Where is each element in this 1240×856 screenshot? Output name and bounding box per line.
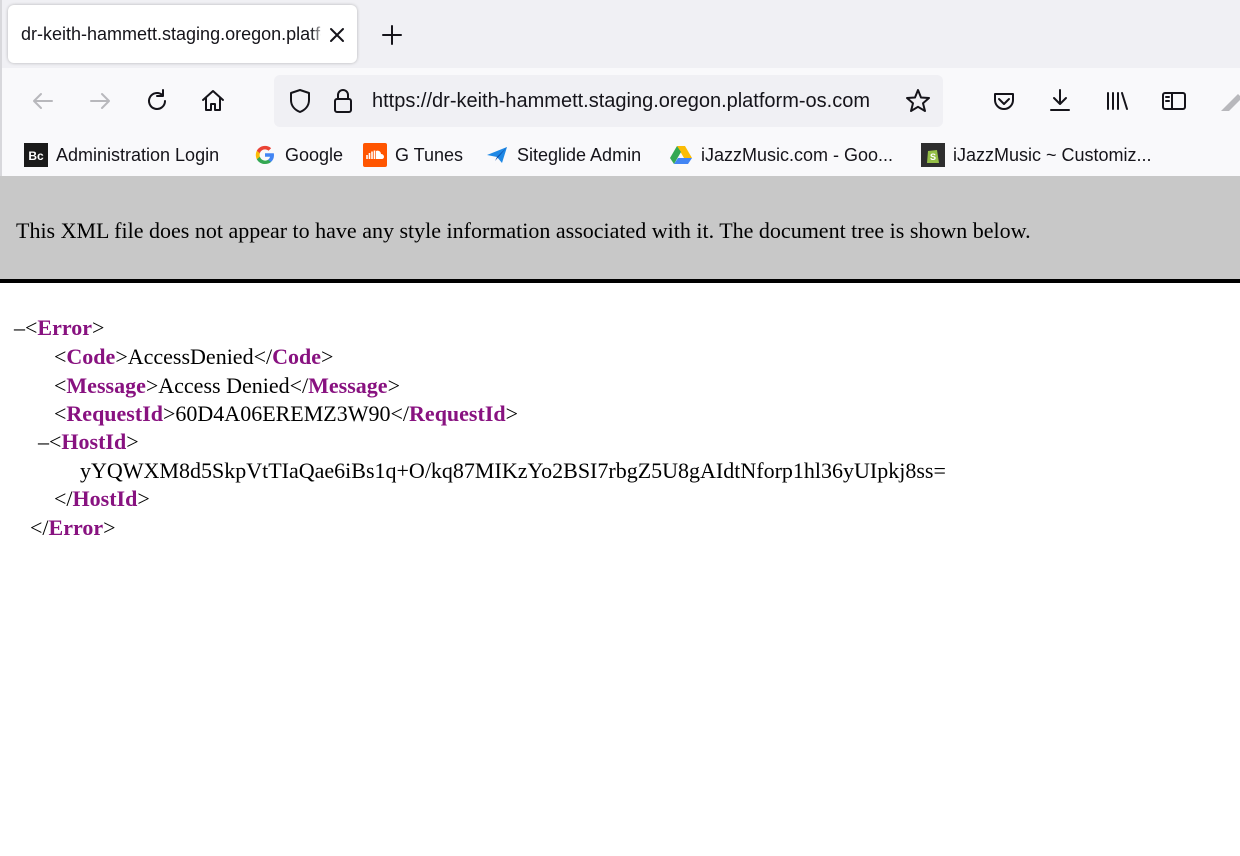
bookmarks-toolbar: Bc Administration Login Google G Tunes S… bbox=[0, 134, 1240, 176]
close-tab-icon[interactable] bbox=[324, 22, 350, 48]
xml-tag-name: Code bbox=[66, 344, 116, 369]
bookmark-ijazzmusic-customize[interactable]: S iJazzMusic ~ Customiz... bbox=[921, 142, 1152, 168]
bookmark-google[interactable]: Google bbox=[253, 142, 343, 168]
bookmark-siteglide-admin[interactable]: Siteglide Admin bbox=[485, 142, 641, 168]
back-arrow-icon[interactable] bbox=[28, 86, 58, 116]
collapse-toggle[interactable]: – bbox=[14, 315, 25, 340]
xml-tag-name: Error bbox=[48, 515, 104, 540]
navigation-toolbar: https://dr-keith-hammett.staging.oregon.… bbox=[0, 68, 1240, 134]
bookmark-label: iJazzMusic ~ Customiz... bbox=[953, 144, 1152, 165]
xml-error-open: –<Error> bbox=[14, 315, 105, 340]
soundcloud-icon bbox=[363, 143, 387, 167]
bookmark-label: G Tunes bbox=[395, 144, 464, 165]
active-tab[interactable]: dr-keith-hammett.staging.oregon.platform… bbox=[8, 5, 357, 63]
xml-style-notice: This XML file does not appear to have an… bbox=[16, 218, 1031, 243]
xml-style-notice-banner: This XML file does not appear to have an… bbox=[0, 176, 1240, 283]
google-logo-icon bbox=[255, 145, 274, 164]
xml-tag-name: Error bbox=[37, 315, 92, 340]
bookmark-star-icon[interactable] bbox=[904, 87, 932, 115]
svg-text:S: S bbox=[930, 152, 936, 162]
library-icon[interactable] bbox=[1102, 86, 1132, 116]
xml-tag-name: Message bbox=[66, 373, 146, 398]
xml-hostid-value: yYQWXM8d5SkpVtTIaQae6iBs1q+O/kq87MIKzYo2… bbox=[80, 458, 946, 483]
xml-code-value: AccessDenied bbox=[127, 344, 254, 369]
svg-text:Bc: Bc bbox=[28, 149, 44, 163]
home-icon[interactable] bbox=[198, 86, 228, 116]
xml-hostid-open: –<HostId> bbox=[38, 429, 139, 454]
new-tab-plus-icon[interactable] bbox=[377, 20, 407, 50]
xml-error-close: </Error> bbox=[30, 515, 116, 540]
bookmark-administration-login[interactable]: Bc Administration Login bbox=[24, 142, 219, 168]
bookmark-label: Administration Login bbox=[56, 144, 220, 165]
shopify-icon: S bbox=[921, 143, 945, 167]
xml-hostid-close: </HostId> bbox=[54, 486, 150, 511]
xml-tag-name: HostId bbox=[61, 429, 127, 454]
google-drive-icon bbox=[670, 146, 692, 164]
tracking-shield-icon[interactable] bbox=[286, 87, 314, 115]
xml-message-element: <Message>Access Denied</Message> bbox=[54, 373, 400, 398]
reload-icon[interactable] bbox=[142, 86, 172, 116]
bookmark-label: iJazzMusic.com - Goo... bbox=[701, 144, 894, 165]
forward-arrow-icon[interactable] bbox=[85, 86, 115, 116]
url-bar[interactable]: https://dr-keith-hammett.staging.oregon.… bbox=[274, 75, 943, 127]
bookmark-label: Siteglide Admin bbox=[517, 144, 642, 165]
xml-requestid-value: 60D4A06EREMZ3W90 bbox=[175, 401, 391, 426]
bc-logo-icon: Bc bbox=[24, 143, 48, 167]
xml-tag-name: HostId bbox=[72, 486, 138, 511]
bookmark-g-tunes[interactable]: G Tunes bbox=[363, 142, 463, 168]
bookmark-label: Google bbox=[285, 144, 344, 165]
xml-message-value: Access Denied bbox=[158, 373, 290, 398]
xml-requestid-element: <RequestId>60D4A06EREMZ3W90</RequestId> bbox=[54, 401, 519, 426]
collapse-toggle[interactable]: – bbox=[38, 429, 49, 454]
sidebar-icon[interactable] bbox=[1159, 86, 1189, 116]
paper-plane-icon bbox=[487, 147, 507, 163]
xml-code-element: <Code>AccessDenied</Code> bbox=[54, 344, 334, 369]
padlock-icon[interactable] bbox=[330, 86, 356, 116]
xml-document-tree: –<Error> <Code>AccessDenied</Code> <Mess… bbox=[0, 287, 1240, 856]
tab-strip: dr-keith-hammett.staging.oregon.platform… bbox=[0, 0, 1240, 68]
downloads-icon[interactable] bbox=[1045, 86, 1075, 116]
xml-tag-name: RequestId bbox=[66, 401, 163, 426]
pocket-icon[interactable] bbox=[989, 86, 1019, 116]
bookmark-ijazzmusic-drive[interactable]: iJazzMusic.com - Goo... bbox=[669, 142, 893, 168]
tab-title: dr-keith-hammett.staging.oregon.platform… bbox=[21, 24, 321, 44]
edit-pencil-icon[interactable] bbox=[1216, 86, 1240, 116]
url-text[interactable]: https://dr-keith-hammett.staging.oregon.… bbox=[372, 75, 896, 127]
